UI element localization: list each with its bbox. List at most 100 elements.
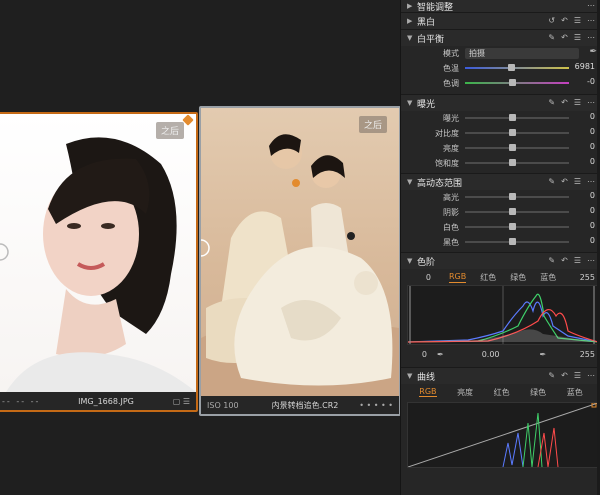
exposure-value[interactable]: 0 xyxy=(590,112,595,121)
levels-tab[interactable]: 绿色 xyxy=(510,272,526,283)
select-checkbox-icon[interactable]: ▢ ☰ xyxy=(150,397,196,406)
more-icon[interactable]: ⋯ xyxy=(587,371,595,380)
edit-icon[interactable]: ✎ xyxy=(548,256,555,265)
list-icon[interactable]: ☰ xyxy=(574,33,581,42)
exposure-value[interactable]: 0 xyxy=(590,142,595,151)
more-icon[interactable]: ⋯ xyxy=(587,177,595,186)
more-icon[interactable]: ⋯ xyxy=(587,16,595,25)
slider-knob[interactable] xyxy=(508,208,516,215)
gamma-value[interactable]: 0.00 xyxy=(482,350,500,359)
wb-mode-select[interactable]: 拍摄 xyxy=(465,48,579,59)
more-icon[interactable]: ⋯ xyxy=(587,256,595,265)
image-browser: 之后 -- -- -- IMG_1668.JPG ▢ ☰ 之后 ISO 100 … xyxy=(0,0,401,495)
tint-slider[interactable] xyxy=(465,79,569,86)
curves-tab[interactable]: RGB xyxy=(419,387,437,397)
portrait-illustration xyxy=(0,137,196,392)
slider-knob[interactable] xyxy=(508,129,516,136)
levels-tab[interactable]: 红色 xyxy=(480,272,496,283)
thumbnail-cr2[interactable]: 之后 ISO 100 内景转档追色.CR2 • • • • • xyxy=(199,106,401,416)
temp-value[interactable]: 6981 xyxy=(575,62,595,71)
edit-icon[interactable]: ✎ xyxy=(548,98,555,107)
tint-value[interactable]: -0 xyxy=(587,77,595,86)
more-icon[interactable]: ⋯ xyxy=(587,33,595,42)
exposure-value[interactable]: 0 xyxy=(590,127,595,136)
list-icon[interactable]: ☰ xyxy=(574,16,581,25)
undo-icon[interactable]: ↶ xyxy=(561,33,568,42)
hdr-slider[interactable] xyxy=(465,193,569,200)
edit-icon[interactable]: ✎ xyxy=(548,33,555,42)
slider-knob[interactable] xyxy=(508,193,516,200)
slider-knob[interactable] xyxy=(508,238,516,245)
slider-knob[interactable] xyxy=(508,223,516,230)
slider-knob[interactable] xyxy=(508,144,516,151)
curves-tab[interactable]: 亮度 xyxy=(457,387,473,398)
section-bw[interactable]: ▶ 黑白 ↺ ↶ ☰ ⋯ xyxy=(401,12,600,29)
levels-histogram[interactable] xyxy=(407,285,599,345)
section-tools: ✎ ↶ ☰ ⋯ xyxy=(548,371,595,380)
chevron-down-icon: ▼ xyxy=(407,257,413,265)
list-icon[interactable]: ☰ xyxy=(574,98,581,107)
levels-input-white[interactable]: 255 xyxy=(580,273,595,282)
section-title: 高动态范围 xyxy=(417,178,463,189)
exposure-value[interactable]: 0 xyxy=(590,157,595,166)
section-hdr[interactable]: ▼ 高动态范围 ✎ ↶ ☰ ⋯ xyxy=(401,173,600,190)
slider-knob[interactable] xyxy=(507,64,515,71)
slider-knob[interactable] xyxy=(508,114,516,121)
more-icon[interactable]: ⋯ xyxy=(587,1,595,10)
section-exposure[interactable]: ▼ 曝光 ✎ ↶ ☰ ⋯ xyxy=(401,94,600,111)
wb-mode-row: 模式 拍摄 ✒ xyxy=(401,46,600,61)
section-title: 曲线 xyxy=(417,372,436,383)
section-curves[interactable]: ▼ 曲线 ✎ ↶ ☰ ⋯ xyxy=(401,367,600,384)
curves-tab[interactable]: 蓝色 xyxy=(567,387,583,398)
exposure-slider[interactable] xyxy=(465,129,569,136)
exposure-slider[interactable] xyxy=(465,144,569,151)
curves-tab[interactable]: 红色 xyxy=(494,387,510,398)
list-icon[interactable]: ☰ xyxy=(574,256,581,265)
levels-output-row: 0 ✒ 0.00 ✒ 255 xyxy=(401,347,600,361)
undo-icon[interactable]: ↶ xyxy=(561,98,568,107)
thumbnail-img-1668[interactable]: 之后 -- -- -- IMG_1668.JPG ▢ ☰ xyxy=(0,112,198,412)
list-icon[interactable]: ☰ xyxy=(574,177,581,186)
edit-icon[interactable]: ✎ xyxy=(548,371,555,380)
exposure-label: 曝光 xyxy=(443,114,459,123)
slider-knob[interactable] xyxy=(508,79,516,86)
hdr-value[interactable]: 0 xyxy=(590,206,595,215)
exposure-row: 曝光 0 xyxy=(401,111,600,126)
hdr-value[interactable]: 0 xyxy=(590,191,595,200)
edit-icon[interactable]: ✎ xyxy=(548,177,555,186)
rating-dots[interactable]: • • • • • xyxy=(343,401,399,410)
after-badge: 之后 xyxy=(155,122,184,139)
curves-tab[interactable]: 绿色 xyxy=(530,387,546,398)
list-icon[interactable]: ☰ xyxy=(574,371,581,380)
section-white-balance[interactable]: ▼ 白平衡 ✎ ↶ ☰ ⋯ xyxy=(401,29,600,46)
exposure-label: 亮度 xyxy=(443,144,459,153)
undo-icon[interactable]: ↶ xyxy=(561,371,568,380)
undo-icon[interactable]: ↶ xyxy=(561,177,568,186)
levels-tab[interactable]: 蓝色 xyxy=(540,272,556,283)
wb-temp-row: 色温 6981 xyxy=(401,61,600,76)
exposure-slider[interactable] xyxy=(465,114,569,121)
output-white-value[interactable]: 255 xyxy=(580,350,595,359)
levels-input-black[interactable]: 0 xyxy=(401,273,435,282)
section-tools: ✎ ↶ ☰ ⋯ xyxy=(548,33,595,42)
black-eyedropper-icon[interactable]: ✒ xyxy=(437,350,444,359)
hdr-slider[interactable] xyxy=(465,208,569,215)
slider-knob[interactable] xyxy=(508,159,516,166)
more-icon[interactable]: ⋯ xyxy=(587,98,595,107)
undo-icon[interactable]: ↶ xyxy=(561,256,568,265)
section-levels[interactable]: ▼ 色阶 ✎ ↶ ☰ ⋯ xyxy=(401,252,600,269)
section-smart-adjust[interactable]: ▶ 智能调整 ⋯ xyxy=(401,0,600,13)
hdr-slider[interactable] xyxy=(465,223,569,230)
hdr-value[interactable]: 0 xyxy=(590,236,595,245)
hdr-value[interactable]: 0 xyxy=(590,221,595,230)
temp-slider[interactable] xyxy=(465,64,569,71)
hdr-slider[interactable] xyxy=(465,238,569,245)
white-eyedropper-icon[interactable]: ✒ xyxy=(540,350,547,359)
output-black-value[interactable]: 0 xyxy=(401,350,427,359)
curves-graph[interactable] xyxy=(407,402,599,468)
undo-icon[interactable]: ↶ xyxy=(561,16,568,25)
exposure-slider[interactable] xyxy=(465,159,569,166)
reset-icon[interactable]: ↺ xyxy=(548,16,555,25)
levels-tab[interactable]: RGB xyxy=(449,272,467,283)
eyedropper-icon[interactable]: ✒ xyxy=(589,47,597,57)
